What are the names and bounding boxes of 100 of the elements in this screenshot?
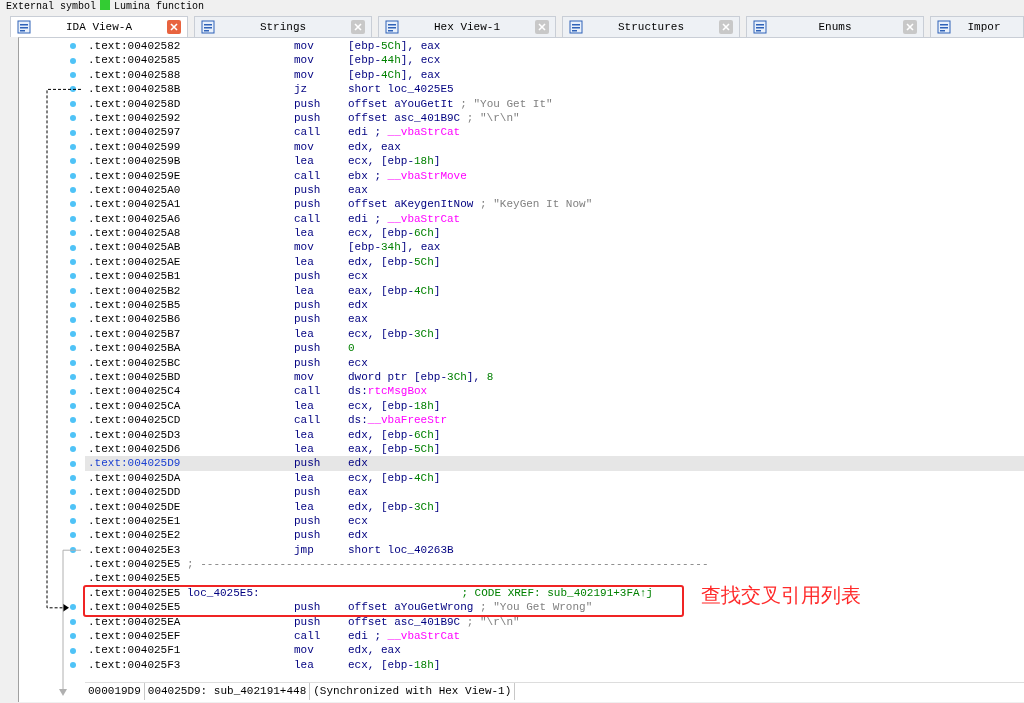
address-text: .text:004025A8 bbox=[88, 226, 182, 241]
address-text: .text:004025DA bbox=[88, 470, 182, 486]
address-text: .text:004025A1 bbox=[88, 197, 182, 212]
operand-text: offset asc_401B9C ; "\r\n" bbox=[348, 110, 520, 126]
window-icon bbox=[937, 20, 951, 34]
mnemonic-text: push bbox=[294, 182, 322, 198]
mnemonic-text: lea bbox=[294, 326, 315, 342]
mnemonic-text: lea bbox=[294, 226, 315, 241]
operand-text: edx, [ebp-6Ch] bbox=[348, 427, 441, 442]
close-button[interactable] bbox=[167, 20, 181, 34]
mnemonic-text: call bbox=[294, 413, 322, 428]
address-text: .text:004025BA bbox=[88, 341, 182, 356]
address-text: .text:00402599 bbox=[88, 139, 182, 155]
address-text: .text:004025B2 bbox=[88, 283, 182, 299]
operand-text: offset aYouGetWrong ; "You Get Wrong" bbox=[348, 600, 593, 615]
address-text: .text:004025D6 bbox=[88, 441, 182, 457]
mnemonic-text: call bbox=[294, 211, 322, 227]
address-text: .text:0040259E bbox=[88, 168, 182, 183]
operand-text: [ebp-4Ch], eax bbox=[348, 67, 441, 83]
mnemonic-text: mov bbox=[294, 643, 315, 658]
mnemonic-text: push bbox=[294, 600, 322, 615]
operand-text: edx, eax bbox=[348, 139, 401, 155]
mnemonic-text: push bbox=[294, 456, 322, 471]
address-text: .text:004025E3 bbox=[88, 542, 182, 558]
address-text: .text:0040258B bbox=[88, 82, 182, 97]
mnemonic-text: push bbox=[294, 528, 322, 543]
tab[interactable]: Structures bbox=[562, 16, 740, 37]
operand-text: ecx bbox=[348, 269, 368, 284]
tab[interactable]: Strings bbox=[194, 16, 372, 37]
address-text: .text:00402585 bbox=[88, 53, 182, 68]
operand-text: offset aKeygenItNow ; "KeyGen It Now" bbox=[348, 197, 593, 212]
mnemonic-text: lea bbox=[294, 398, 315, 414]
operand-text: edx bbox=[348, 528, 368, 543]
address-text: .text:004025CA bbox=[88, 398, 182, 414]
address-text: .text:004025DD bbox=[88, 485, 182, 500]
address-text: .text:004025B7 bbox=[88, 326, 182, 342]
operand-text: ecx bbox=[348, 355, 368, 370]
mnemonic-text: call bbox=[294, 629, 322, 644]
close-button[interactable] bbox=[903, 20, 917, 34]
operand-text: [ebp-44h], ecx bbox=[348, 53, 441, 68]
operand-text: edx bbox=[348, 456, 368, 471]
address-text: .text:004025BD bbox=[88, 370, 182, 385]
operand-text: eax, [ebp-4Ch] bbox=[348, 283, 441, 299]
label-text: loc_4025E5: bbox=[186, 585, 261, 601]
mnemonic-text: mov bbox=[294, 240, 315, 255]
close-button[interactable] bbox=[535, 20, 549, 34]
mnemonic-text: mov bbox=[294, 67, 315, 83]
mnemonic-text: call bbox=[294, 384, 322, 399]
mnemonic-text: lea bbox=[294, 254, 315, 270]
operand-text: eax bbox=[348, 485, 368, 500]
address-text: .text:00402592 bbox=[88, 110, 182, 126]
operand-text: eax bbox=[348, 312, 368, 327]
operand-text: dword ptr [ebp-3Ch], 8 bbox=[348, 370, 494, 385]
operand-text: ecx, [ebp-18h] bbox=[348, 398, 441, 414]
address-text: .text:004025CD bbox=[88, 413, 182, 428]
tab[interactable]: IDA View-A bbox=[10, 16, 188, 37]
address-text: .text:00402597 bbox=[88, 125, 182, 140]
tab[interactable]: Hex View-1 bbox=[378, 16, 556, 37]
mnemonic-text: mov bbox=[294, 139, 315, 155]
address-text: .text:004025E5 bbox=[88, 600, 182, 615]
address-text: .text:004025A6 bbox=[88, 211, 182, 227]
mnemonic-text: push bbox=[294, 513, 322, 529]
address-text: .text:00402582 bbox=[88, 39, 182, 54]
mnemonic-text: push bbox=[294, 197, 322, 212]
operand-text: edx, [ebp-3Ch] bbox=[348, 499, 441, 514]
address-text: .text:004025AE bbox=[88, 254, 182, 270]
mnemonic-text: lea bbox=[294, 470, 315, 486]
tab[interactable]: Impor bbox=[930, 16, 1024, 37]
tab[interactable]: Enums bbox=[746, 16, 924, 37]
window-icon bbox=[17, 20, 31, 34]
operand-text: ecx, [ebp-6Ch] bbox=[348, 226, 441, 241]
address-text: .text:004025D9 bbox=[88, 456, 182, 471]
mnemonic-text: push bbox=[294, 298, 322, 313]
legend-text: Lumina function bbox=[114, 1, 205, 12]
address-text: .text:004025B1 bbox=[88, 269, 182, 284]
address-text: .text:004025E5 bbox=[88, 571, 181, 586]
address-text: .text:004025A0 bbox=[88, 182, 182, 198]
mnemonic-text: mov bbox=[294, 53, 315, 68]
operand-text: [ebp-34h], eax bbox=[348, 240, 441, 255]
annotation-text: 查找交叉引用列表 bbox=[701, 583, 861, 607]
close-button[interactable] bbox=[719, 20, 733, 34]
operand-text: ecx bbox=[348, 513, 368, 529]
window-icon bbox=[385, 20, 399, 34]
operand-text: [ebp-5Ch], eax bbox=[348, 39, 441, 54]
mnemonic-text: lea bbox=[294, 441, 315, 457]
close-button[interactable] bbox=[351, 20, 365, 34]
separator-text: ; ----------------------------------------------------------------------------- bbox=[186, 557, 709, 572]
operand-text: 0 bbox=[348, 341, 355, 356]
status-text: (Synchronized with Hex View-1) bbox=[310, 683, 516, 700]
status-text: 000019D9 bbox=[85, 683, 145, 700]
mnemonic-text: lea bbox=[294, 154, 315, 169]
operand-text: eax bbox=[348, 182, 368, 198]
operand-text: short loc_4025E5 bbox=[348, 82, 454, 97]
legend-text: External symbol bbox=[6, 1, 96, 12]
address-text: .text:004025E5 bbox=[88, 585, 181, 601]
operand-text: ds:rtcMsgBox bbox=[348, 384, 428, 399]
operand-text: short loc_40263B bbox=[348, 542, 454, 558]
operand-text: edx bbox=[348, 298, 368, 313]
address-text: .text:004025B5 bbox=[88, 298, 182, 313]
window-icon bbox=[753, 20, 767, 34]
